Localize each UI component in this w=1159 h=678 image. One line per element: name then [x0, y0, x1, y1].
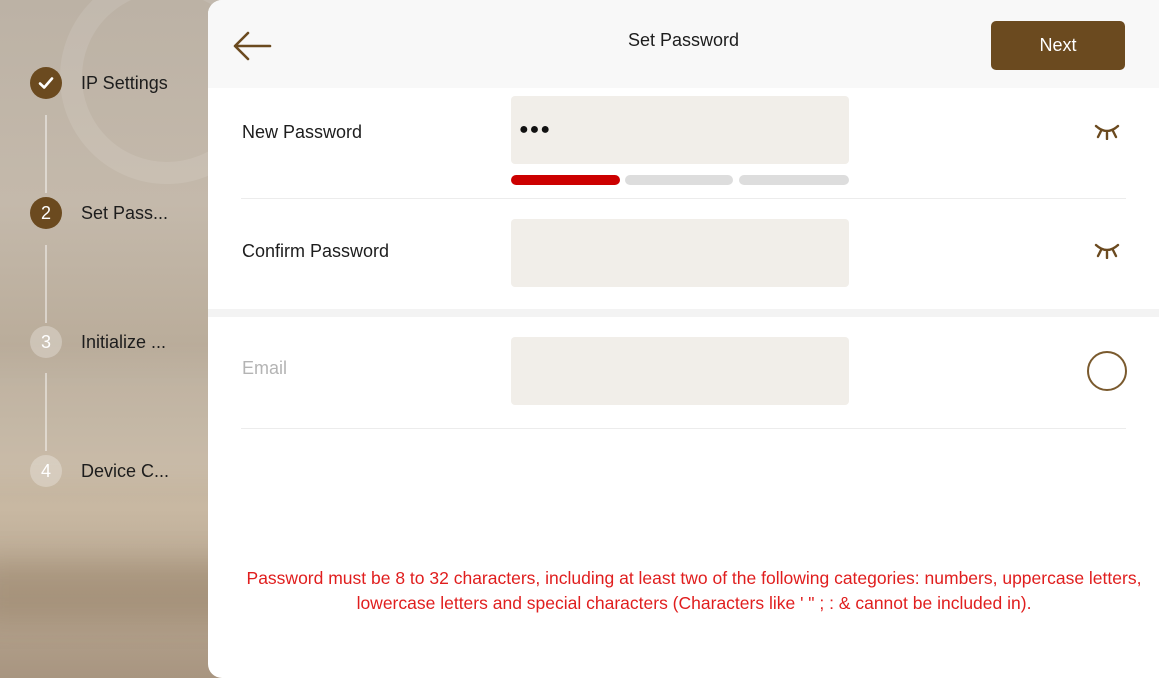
confirm-password-input[interactable]: [511, 219, 849, 287]
step-set-password: 2 Set Pass...: [30, 197, 168, 229]
email-toggle-radio[interactable]: [1087, 351, 1127, 391]
step-4-indicator: 4: [30, 455, 62, 487]
row-divider: [241, 198, 1126, 199]
new-password-label: New Password: [242, 122, 363, 142]
background-decoration: [0, 560, 240, 620]
step-connector: [45, 115, 47, 193]
step-label: IP Settings: [81, 72, 168, 93]
password-rules-hint: Password must be 8 to 32 characters, inc…: [246, 568, 1142, 613]
step-connector: [45, 245, 47, 323]
row-divider: [241, 428, 1126, 429]
checkmark-icon: [38, 77, 54, 89]
setup-steps-sidebar: IP Settings 2 Set Pass... 3 Initialize .…: [0, 0, 240, 678]
new-password-input[interactable]: ●●●: [511, 96, 849, 164]
password-dots: ●●●: [519, 121, 551, 138]
step-connector: [45, 373, 47, 451]
step-label: Set Pass...: [81, 202, 169, 223]
strength-bar-medium: [625, 175, 733, 185]
strength-bar-weak: [511, 175, 620, 185]
set-password-panel: Set Password Next New Password ●●● Confi…: [208, 0, 1159, 678]
confirm-password-label: Confirm Password: [242, 241, 390, 261]
eye-closed-icon[interactable]: [1093, 122, 1121, 140]
step-initialize: 3 Initialize ...: [30, 326, 166, 358]
step-label: Device C...: [81, 460, 170, 481]
step-label: Initialize ...: [81, 331, 167, 352]
header-bar: Set Password Next: [208, 0, 1159, 88]
section-divider: [208, 309, 1159, 317]
eye-closed-icon[interactable]: [1093, 241, 1121, 259]
step-1-indicator: [30, 67, 62, 99]
email-label: Email: [242, 358, 288, 378]
step-device-config: 4 Device C...: [30, 455, 169, 487]
email-input[interactable]: [511, 337, 849, 405]
step-3-indicator: 3: [30, 326, 62, 358]
step-ip-settings: IP Settings: [30, 67, 168, 99]
step-2-indicator: 2: [30, 197, 62, 229]
strength-bar-strong: [739, 175, 849, 185]
next-button[interactable]: Next: [991, 21, 1125, 70]
